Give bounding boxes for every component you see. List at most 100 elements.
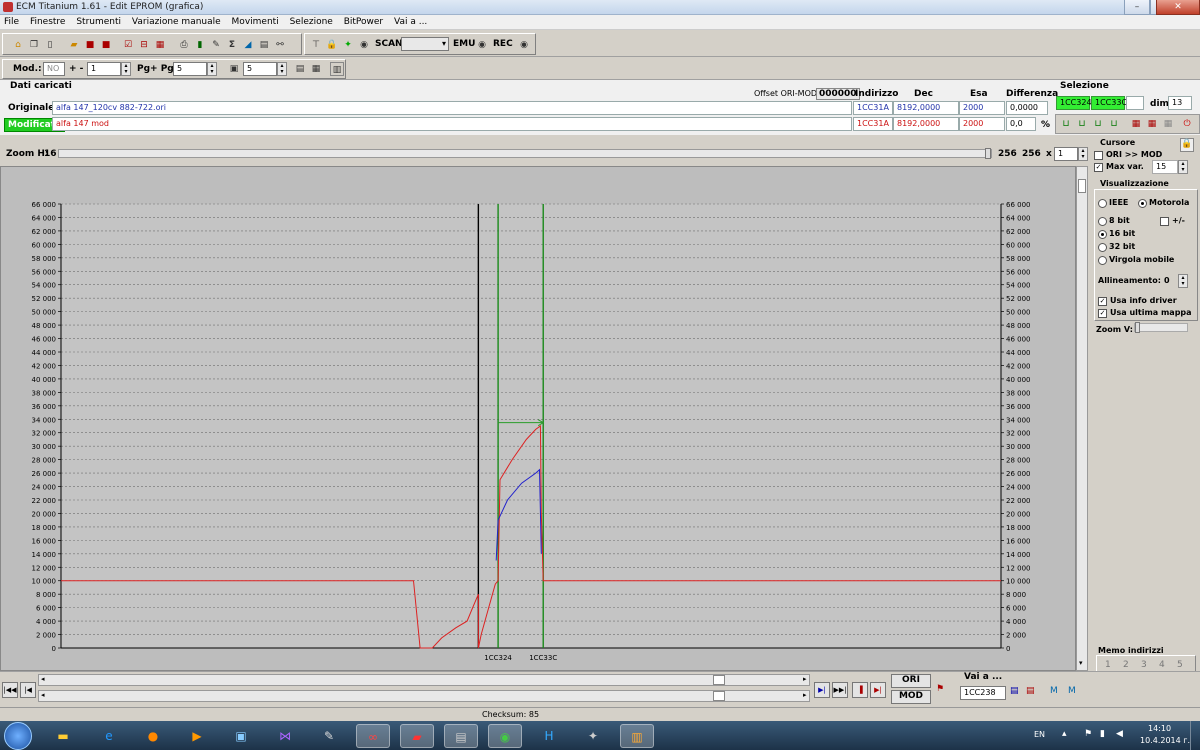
memo-2[interactable]: 2 bbox=[1123, 660, 1129, 670]
scroll-right-2-icon[interactable]: ▸ bbox=[803, 691, 807, 699]
winrar-icon[interactable]: ▥ bbox=[620, 724, 654, 748]
step-field[interactable]: 1 bbox=[87, 62, 121, 76]
vs-icon[interactable]: ⋈ bbox=[268, 724, 302, 748]
menu-bitpower[interactable]: BitPower bbox=[340, 15, 387, 29]
selection-start[interactable]: 1CC324 bbox=[1056, 96, 1092, 110]
runner-icon[interactable]: ✦ bbox=[341, 38, 355, 52]
table-icon[interactable]: ▦ bbox=[153, 38, 167, 52]
app-h-icon[interactable]: H bbox=[532, 724, 566, 748]
clock-time[interactable]: 14:10 bbox=[1148, 724, 1171, 733]
chrome-icon[interactable]: ◉ bbox=[488, 724, 522, 748]
sel-paste-icon[interactable]: ▦ bbox=[1145, 117, 1159, 131]
calc-icon[interactable]: ▤ bbox=[293, 62, 307, 76]
print-icon[interactable]: ⎙ bbox=[177, 38, 191, 52]
goto-list-icon[interactable]: ▤ bbox=[1010, 686, 1019, 696]
table-view-icon[interactable]: ▦ bbox=[309, 62, 323, 76]
ie-icon[interactable]: e bbox=[92, 724, 126, 748]
chart-icon[interactable]: ◢ bbox=[241, 38, 255, 52]
selection-extra[interactable] bbox=[1126, 96, 1144, 110]
sum-icon[interactable]: Σ bbox=[225, 38, 239, 52]
memo-5[interactable]: 5 bbox=[1177, 660, 1183, 670]
sel-clear-icon[interactable]: ▦ bbox=[1161, 117, 1175, 131]
page2-field[interactable]: 5 bbox=[243, 62, 277, 76]
original-file-field[interactable]: alfa 147_120cv 882-722.ori bbox=[52, 101, 852, 115]
close-button[interactable]: ✕ bbox=[1156, 0, 1200, 15]
maxvar-spinner[interactable]: ▴ ▾ bbox=[1178, 160, 1188, 174]
menu-movimenti[interactable]: Movimenti bbox=[228, 15, 283, 29]
sel-tool-2-icon[interactable]: ⊔ bbox=[1075, 117, 1089, 131]
vertical-scroll-thumb[interactable] bbox=[1078, 179, 1086, 193]
ori-button[interactable]: ORI bbox=[891, 674, 931, 688]
rec-record-icon[interactable]: ◉ bbox=[517, 38, 531, 52]
mod-field[interactable]: NO bbox=[43, 62, 65, 76]
language-indicator[interactable]: EN bbox=[1034, 730, 1045, 739]
copy-icon[interactable]: ❐ bbox=[27, 38, 41, 52]
firefox-icon[interactable]: ● bbox=[136, 724, 170, 748]
terminal-icon[interactable]: ⊤ bbox=[309, 38, 323, 52]
clock-date[interactable]: 10.4.2014 г. bbox=[1140, 736, 1190, 745]
notepad-icon[interactable]: ✎ bbox=[312, 724, 346, 748]
zoom-v-slider[interactable] bbox=[1134, 322, 1188, 333]
zoom-h-slider[interactable] bbox=[58, 148, 992, 159]
arduino-icon[interactable]: ∞ bbox=[356, 724, 390, 748]
menu-file[interactable]: File bbox=[0, 15, 23, 29]
paint-icon[interactable]: ▣ bbox=[224, 724, 258, 748]
scroll-bar-bottom[interactable]: ◂ ▸ bbox=[38, 690, 810, 702]
signed-checkbox[interactable] bbox=[1160, 217, 1169, 226]
16bit-radio[interactable] bbox=[1098, 230, 1107, 239]
32bit-radio[interactable] bbox=[1098, 243, 1107, 252]
dim-field[interactable]: 13 bbox=[1168, 96, 1192, 110]
terminal-task-icon[interactable]: ▤ bbox=[444, 724, 478, 748]
8bit-radio[interactable] bbox=[1098, 217, 1107, 226]
page2-spinner[interactable]: ▴ ▾ bbox=[277, 62, 287, 76]
menu-strumenti[interactable]: Strumenti bbox=[72, 15, 125, 29]
memo-4[interactable]: 4 bbox=[1159, 660, 1165, 670]
maxvar-checkbox[interactable]: ✓ bbox=[1094, 163, 1103, 172]
sel-copy-icon[interactable]: ▦ bbox=[1129, 117, 1143, 131]
tray-arrow-icon[interactable]: ▴ bbox=[1062, 729, 1067, 739]
memo-1[interactable]: 1 bbox=[1105, 660, 1111, 670]
grid-icon[interactable]: ▤ bbox=[257, 38, 271, 52]
vai-a-field[interactable]: 1CC238 bbox=[960, 686, 1006, 700]
allineamento-spinner[interactable]: ▴ ▾ bbox=[1178, 274, 1188, 288]
menu-vai-a[interactable]: Vai a ... bbox=[390, 15, 431, 29]
page-apply-icon[interactable]: ▣ bbox=[227, 62, 241, 76]
record-icon[interactable]: ◉ bbox=[357, 38, 371, 52]
zoom-h-thumb[interactable] bbox=[985, 148, 991, 159]
line-chart[interactable]: 0 0 2 000 2 000 4 000 4 000 6 000 6 000 8 000 8 0… bbox=[1, 167, 1075, 670]
open-folder-icon[interactable]: ▰ bbox=[67, 38, 81, 52]
scroll-top-thumb[interactable] bbox=[713, 675, 725, 685]
last-page-icon[interactable]: ▶▶| bbox=[832, 682, 848, 698]
first-page-icon[interactable]: |◀◀ bbox=[2, 682, 18, 698]
scan-select[interactable]: ▾ bbox=[401, 37, 449, 51]
network-icon[interactable]: ▮ bbox=[1100, 729, 1105, 739]
float-radio[interactable] bbox=[1098, 256, 1107, 265]
usa-info-checkbox[interactable]: ✓ bbox=[1098, 297, 1107, 306]
save-icon[interactable]: ■ bbox=[83, 38, 97, 52]
compare-icon[interactable]: ⊟ bbox=[137, 38, 151, 52]
menu-selezione[interactable]: Selezione bbox=[286, 15, 337, 29]
usa-ultima-checkbox[interactable]: ✓ bbox=[1098, 309, 1107, 318]
save-as-icon[interactable]: ■ bbox=[99, 38, 113, 52]
zoom-multiplier-spinner[interactable]: ▴ ▾ bbox=[1078, 147, 1088, 161]
checklist-icon[interactable]: ☑ bbox=[121, 38, 135, 52]
memo-remove-icon[interactable]: M bbox=[1068, 686, 1076, 696]
minimize-button[interactable]: – bbox=[1124, 0, 1150, 15]
ieee-radio[interactable] bbox=[1098, 199, 1107, 208]
zoom-v-thumb[interactable] bbox=[1135, 322, 1140, 333]
view-icon[interactable]: ▥ bbox=[330, 62, 344, 76]
binoculars-icon[interactable]: ⚯ bbox=[273, 38, 287, 52]
scroll-left-icon[interactable]: ◂ bbox=[41, 675, 45, 683]
prev-page-icon[interactable]: |◀ bbox=[20, 682, 36, 698]
tools-icon[interactable]: ✎ bbox=[209, 38, 223, 52]
vertical-scrollbar[interactable]: ▾ bbox=[1076, 166, 1088, 671]
selection-end[interactable]: 1CC33C bbox=[1091, 96, 1127, 110]
sel-tool-4-icon[interactable]: ⊔ bbox=[1107, 117, 1121, 131]
scroll-right-icon[interactable]: ▸ bbox=[803, 675, 807, 683]
goto-list-2-icon[interactable]: ▤ bbox=[1026, 686, 1035, 696]
start-button[interactable] bbox=[4, 722, 32, 750]
motorola-radio[interactable] bbox=[1138, 199, 1147, 208]
scroll-bar-top[interactable]: ◂ ▸ bbox=[38, 674, 810, 686]
app-settings-icon[interactable]: ✦ bbox=[576, 724, 610, 748]
page-icon[interactable]: ▯ bbox=[43, 38, 57, 52]
